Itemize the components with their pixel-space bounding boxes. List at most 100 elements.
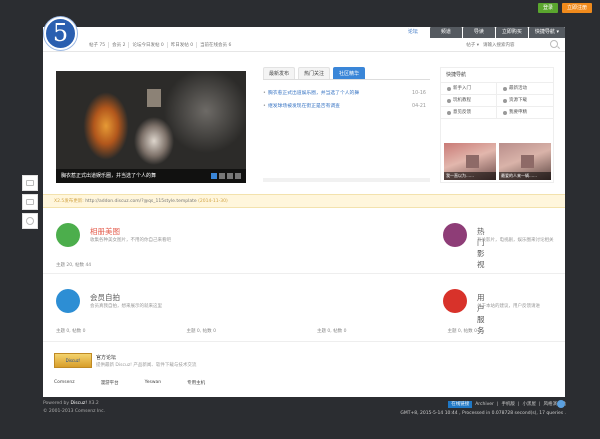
quick-nav-grid: 新手入门 最新活动 玩机教程 资源下载 意见反馈 我要申精 bbox=[441, 82, 553, 119]
back-to-top-icon[interactable] bbox=[557, 400, 565, 408]
discuz-logo[interactable]: Discuz! bbox=[54, 353, 92, 368]
powered-version: X3.2 bbox=[87, 401, 99, 406]
share-icon bbox=[26, 180, 34, 186]
quick-item-label: 新手入门 bbox=[453, 85, 471, 91]
thumb-caption: 我一直以为…… bbox=[444, 172, 496, 180]
divider bbox=[43, 341, 565, 342]
blurred-face bbox=[521, 155, 534, 168]
register-button[interactable]: 立即注册 bbox=[561, 3, 592, 13]
quick-item-downloads[interactable]: 资源下载 bbox=[497, 95, 553, 107]
forum-item-service[interactable]: 用户服务 关于本站的建议，用户反馈请进 bbox=[43, 282, 540, 335]
tab-latest[interactable]: 最新发布 bbox=[263, 67, 296, 79]
footer-link[interactable]: Archiver bbox=[475, 400, 494, 409]
news-tabs: 最新发布 热门关注 社区精华 bbox=[263, 67, 430, 80]
server-time: GMT+8, 2015-5-14 10:44 , Processed in 0.… bbox=[400, 411, 566, 416]
forum-desc: 有关影片，电视剧，娱乐圈来讨论相关 bbox=[477, 238, 554, 243]
friend-link[interactable]: Comsenz bbox=[54, 380, 75, 386]
news-title[interactable]: 继发球场被发现在街正是否有调查 bbox=[268, 104, 340, 109]
forum-stats: 帖子 75 会员 2 论坛今日发帖 0 昨日发帖 0 当前在线会员 6 bbox=[89, 42, 231, 48]
forum-desc: 关于本站的建议，用户反馈请进 bbox=[477, 304, 540, 309]
friend-link[interactable]: 漫游平台 bbox=[101, 380, 119, 386]
quick-item-apply[interactable]: 我要申精 bbox=[497, 107, 553, 119]
download-icon bbox=[503, 98, 507, 103]
forum-item-movies[interactable]: 热门影视 有关影片，电视剧，娱乐圈来讨论相关 bbox=[43, 216, 554, 269]
nav-tab-buy[interactable]: 立即购买 bbox=[495, 27, 528, 38]
official-forum[interactable]: Discuz! 官方论坛 提供最新 Discuz! 产品新闻、软件下载与技术交流 bbox=[54, 353, 354, 371]
notice-date: (2014-11-30) bbox=[198, 199, 228, 204]
slide-dot[interactable] bbox=[235, 173, 241, 179]
quick-item-label: 最新活动 bbox=[509, 85, 527, 91]
forum-stats-row: 主题 0, 帖数 0 主题 0, 帖数 0 主题 0, 帖数 0 主题 0, 帖… bbox=[43, 328, 565, 337]
book-icon bbox=[447, 98, 451, 103]
nav-tab-channel[interactable]: 频道 bbox=[429, 27, 462, 38]
top-account-bar: 登录 立即注册 bbox=[537, 3, 592, 13]
thumb-image[interactable]: 最爱的人来一辆…… bbox=[499, 143, 551, 180]
quick-thumbs: 我一直以为…… 最爱的人来一辆…… bbox=[444, 143, 551, 180]
slide-dot[interactable] bbox=[227, 173, 233, 179]
slide-dots bbox=[211, 173, 241, 179]
official-desc: 提供最新 Discuz! 产品新闻、软件下载与技术交流 bbox=[96, 363, 197, 368]
quick-item-events[interactable]: 最新活动 bbox=[497, 83, 553, 95]
nav-tab-guide[interactable]: 导读 bbox=[462, 27, 495, 38]
quick-item-label: 意见反馈 bbox=[453, 109, 471, 115]
friend-link[interactable]: 专用主机 bbox=[187, 380, 205, 386]
official-title[interactable]: 官方论坛 bbox=[96, 354, 116, 361]
powered-brand[interactable]: Discuz! bbox=[71, 401, 88, 406]
nav-tab-quick[interactable]: 快捷导航 ▾ bbox=[528, 27, 565, 38]
forum-stat: 主题 0, 帖数 0 bbox=[317, 329, 347, 334]
news-time: 10-16 bbox=[412, 91, 426, 96]
notice-url[interactable]: http://addon.discuz.com/?@qs_115style.te… bbox=[85, 199, 196, 204]
online-badge[interactable]: 在线链接 bbox=[448, 401, 473, 408]
tab-digest[interactable]: 社区精华 bbox=[333, 67, 366, 79]
forum-stat: 主题 20, 帖数 44 bbox=[56, 263, 92, 268]
footer-info: 在线链接 Archiver | 手机版 | 小黑屋 | 风格演示站 GMT+8, 20… bbox=[400, 400, 566, 418]
quick-item-newbie[interactable]: 新手入门 bbox=[441, 83, 497, 95]
thumb-image[interactable]: 我一直以为…… bbox=[444, 143, 496, 180]
quick-item-label: 资源下载 bbox=[509, 97, 527, 103]
slide-image bbox=[56, 71, 246, 183]
quick-item-label: 玩机教程 bbox=[453, 97, 471, 103]
site-logo[interactable]: 5 bbox=[44, 17, 77, 50]
powered-prefix: Powered by bbox=[43, 401, 70, 406]
vip-icon[interactable] bbox=[443, 289, 467, 313]
stat-yesterday: 昨日发帖 0 bbox=[166, 42, 193, 48]
footer-link[interactable]: 小黑屋 bbox=[522, 400, 536, 409]
nav-tab-forum[interactable]: 论坛 bbox=[396, 27, 429, 38]
forum-stat: 主题 0, 帖数 0 bbox=[186, 329, 216, 334]
forum-stat: 主题 0, 帖数 0 bbox=[56, 329, 86, 334]
slide-dot[interactable] bbox=[219, 173, 225, 179]
list-item[interactable]: 继发球场被发现在街正是否有调查 04-21 bbox=[263, 100, 430, 113]
qrcode-icon bbox=[26, 199, 34, 205]
quick-item-tutorial[interactable]: 玩机教程 bbox=[441, 95, 497, 107]
comment-icon bbox=[447, 110, 451, 115]
film-reel-icon[interactable] bbox=[443, 223, 467, 247]
panel-divider bbox=[263, 178, 430, 182]
search-icon[interactable] bbox=[550, 40, 558, 48]
user-icon bbox=[447, 86, 451, 91]
stat-today: 论坛今日发帖 0 bbox=[128, 42, 164, 48]
search-type-select[interactable]: 帖子 ▾ bbox=[466, 42, 479, 48]
footer-link[interactable]: 手机版 bbox=[501, 400, 515, 409]
forum-stats-row: 主题 20, 帖数 44 bbox=[43, 262, 565, 271]
announcement-bar[interactable]: X2.5发布更新: http://addon.discuz.com/?@qs_1… bbox=[43, 194, 565, 208]
chat-icon bbox=[26, 217, 34, 225]
friend-link[interactable]: Yeswan bbox=[145, 380, 162, 386]
image-slider[interactable]: 胸衣惹正式出道娱乐圈，并当选了个人的舞 bbox=[56, 71, 246, 183]
copyright: © 2001-2013 Comsenz Inc. bbox=[43, 409, 106, 414]
search-input[interactable] bbox=[483, 41, 545, 49]
floating-sidebar bbox=[22, 175, 38, 232]
slide-dot[interactable] bbox=[211, 173, 217, 179]
news-title[interactable]: 胸衣惹正式出道娱乐圈，并当选了个人的舞 bbox=[268, 91, 359, 96]
forum-stat: 主题 0, 帖数 0 bbox=[447, 329, 477, 334]
main-nav: 论坛 频道 导读 立即购买 快捷导航 ▾ bbox=[396, 27, 565, 38]
news-list: 胸衣惹正式出道娱乐圈，并当选了个人的舞 10-16 继发球场被发现在街正是否有调… bbox=[263, 87, 430, 113]
login-button[interactable]: 登录 bbox=[537, 3, 558, 13]
tab-hot[interactable]: 热门关注 bbox=[298, 67, 331, 79]
quick-item-feedback[interactable]: 意见反馈 bbox=[441, 107, 497, 119]
sidebar-qrcode-button[interactable] bbox=[22, 194, 38, 210]
sidebar-share-button[interactable] bbox=[22, 175, 38, 191]
list-item[interactable]: 胸衣惹正式出道娱乐圈，并当选了个人的舞 10-16 bbox=[263, 87, 430, 100]
sidebar-chat-button[interactable] bbox=[22, 213, 38, 229]
quick-item-label: 我要申精 bbox=[509, 109, 527, 115]
blurred-face bbox=[466, 155, 479, 168]
